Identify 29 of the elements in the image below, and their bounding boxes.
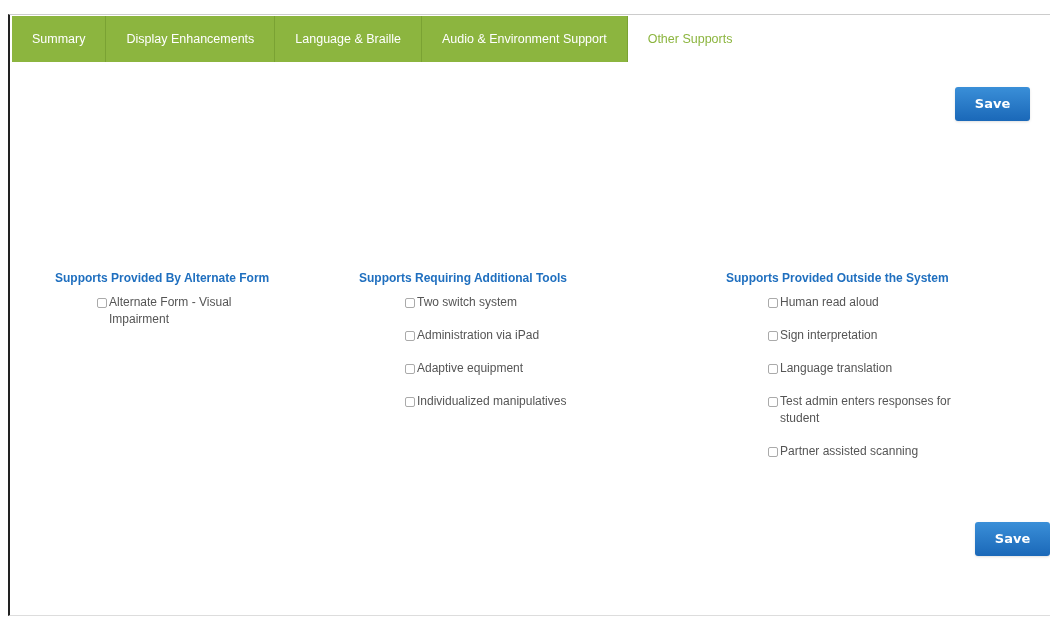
checkbox-label: Partner assisted scanning bbox=[780, 443, 919, 460]
checkbox-label: Test admin enters responses for student bbox=[780, 393, 952, 427]
save-button[interactable]: Save bbox=[975, 522, 1050, 556]
checkbox[interactable] bbox=[405, 364, 415, 374]
section-heading: Supports Provided By Alternate Form bbox=[55, 270, 271, 287]
checkbox-label: Language translation bbox=[780, 360, 893, 377]
checkbox-label: Human read aloud bbox=[780, 294, 879, 311]
checkbox[interactable] bbox=[768, 298, 778, 308]
checkbox[interactable] bbox=[97, 298, 107, 308]
checkbox[interactable] bbox=[768, 364, 778, 374]
checkbox-label: Administration via iPad bbox=[417, 327, 540, 344]
tab[interactable]: Summary bbox=[12, 16, 107, 62]
checkbox[interactable] bbox=[405, 397, 415, 407]
checkbox-label: Two switch system bbox=[417, 294, 518, 311]
checkbox-label: Adaptive equipment bbox=[417, 360, 524, 377]
section-heading: Supports Requiring Additional Tools bbox=[359, 270, 568, 287]
checkbox[interactable] bbox=[768, 331, 778, 341]
checkbox[interactable] bbox=[768, 447, 778, 457]
checkbox-label: Individualized manipulatives bbox=[417, 393, 567, 410]
checkbox[interactable] bbox=[405, 298, 415, 308]
tab[interactable]: Language & Braille bbox=[275, 16, 422, 62]
save-button[interactable]: Save bbox=[955, 87, 1030, 121]
tab[interactable]: Audio & Environment Support bbox=[422, 16, 628, 62]
checkbox[interactable] bbox=[405, 331, 415, 341]
section-heading: Supports Provided Outside the System bbox=[726, 270, 950, 287]
checkbox-label: Sign interpretation bbox=[780, 327, 878, 344]
tab[interactable]: Display Enhancements bbox=[106, 16, 276, 62]
checkbox[interactable] bbox=[768, 397, 778, 407]
checkbox-label: Alternate Form - Visual Impairment bbox=[109, 294, 233, 328]
